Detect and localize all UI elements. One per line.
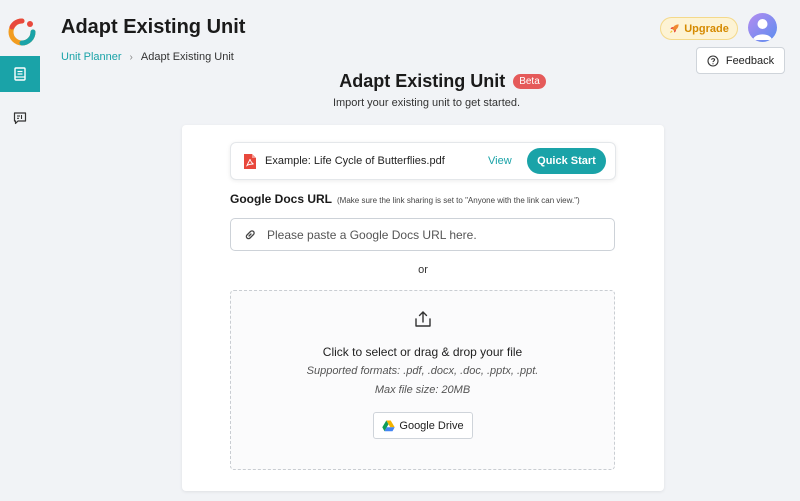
pdf-icon	[244, 153, 256, 169]
section-title: Adapt Existing Unit	[339, 71, 506, 91]
google-docs-url-input[interactable]	[267, 227, 587, 242]
rocket-icon	[670, 24, 679, 34]
example-file-name: Example: Life Cycle of Butterflies.pdf	[265, 155, 445, 167]
beta-badge: Beta	[513, 74, 546, 89]
dropzone-max-size: Max file size: 20MB	[374, 384, 471, 396]
breadcrumb-unit-planner[interactable]: Unit Planner	[61, 51, 122, 63]
or-divider: or	[418, 264, 428, 276]
breadcrumb: Unit Planner › Adapt Existing Unit	[61, 51, 234, 63]
google-docs-url-label: Google Docs URL (Make sure the link shar…	[230, 192, 580, 206]
section-subtitle: Import your existing unit to get started…	[332, 97, 521, 109]
section-heading: Adapt Existing Unit Beta	[0, 71, 800, 92]
user-icon	[753, 19, 772, 40]
google-drive-button[interactable]: Google Drive	[373, 412, 473, 439]
file-dropzone[interactable]: Click to select or drag & drop your file…	[230, 290, 615, 470]
breadcrumb-current: Adapt Existing Unit	[140, 51, 234, 63]
google-docs-url-title: Google Docs URL	[230, 192, 333, 206]
google-docs-url-hint: (Make sure the link sharing is set to "A…	[337, 196, 580, 205]
link-icon	[245, 229, 255, 239]
chevron-right-icon: ›	[129, 51, 133, 63]
google-drive-icon	[382, 420, 396, 431]
example-file-row: Example: Life Cycle of Butterflies.pdf V…	[230, 142, 616, 180]
chat-icon	[13, 112, 27, 125]
page-title: Adapt Existing Unit	[61, 16, 246, 38]
upgrade-label: Upgrade	[684, 22, 729, 35]
import-card: Example: Life Cycle of Butterflies.pdf V…	[182, 125, 664, 491]
upload-icon	[415, 311, 431, 327]
app-logo[interactable]	[8, 18, 36, 46]
feedback-label: Feedback	[725, 54, 775, 67]
avatar[interactable]	[748, 13, 777, 42]
google-drive-label: Google Drive	[399, 419, 464, 432]
google-docs-url-field[interactable]	[230, 218, 615, 251]
upgrade-button[interactable]: Upgrade	[660, 17, 738, 40]
dropzone-formats: Supported formats: .pdf, .docx, .doc, .p…	[306, 365, 539, 377]
dropzone-instructions: Click to select or drag & drop your file	[322, 345, 523, 359]
view-link[interactable]: View	[488, 155, 512, 167]
feedback-button[interactable]: Feedback	[696, 47, 785, 74]
quick-start-button[interactable]: Quick Start	[527, 148, 606, 174]
question-icon	[707, 54, 719, 67]
